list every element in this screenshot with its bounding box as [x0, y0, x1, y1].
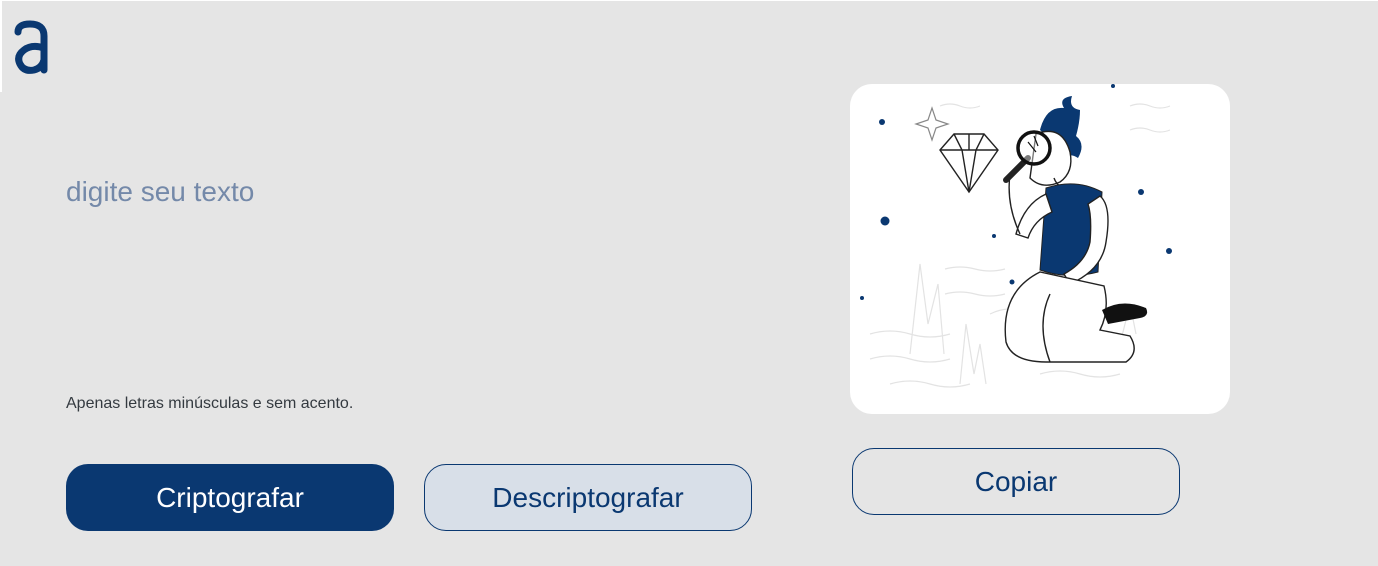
top-edge: [0, 0, 1378, 1]
app-page: ⓘ Apenas letras minúsculas e sem acento.…: [0, 0, 1378, 566]
copy-button[interactable]: Copiar: [852, 448, 1180, 515]
person-magnifier-illustration: [860, 84, 1172, 388]
message-input[interactable]: [66, 175, 746, 365]
alura-logo-icon: [14, 20, 48, 74]
output-card: [850, 84, 1230, 414]
input-hint: ⓘ Apenas letras minúsculas e sem acento.: [66, 395, 353, 413]
encrypt-button[interactable]: Criptografar: [66, 464, 394, 531]
decrypt-button[interactable]: Descriptografar: [424, 464, 752, 531]
hint-text: Apenas letras minúsculas e sem acento.: [66, 395, 354, 412]
window-edge: [0, 0, 2, 92]
